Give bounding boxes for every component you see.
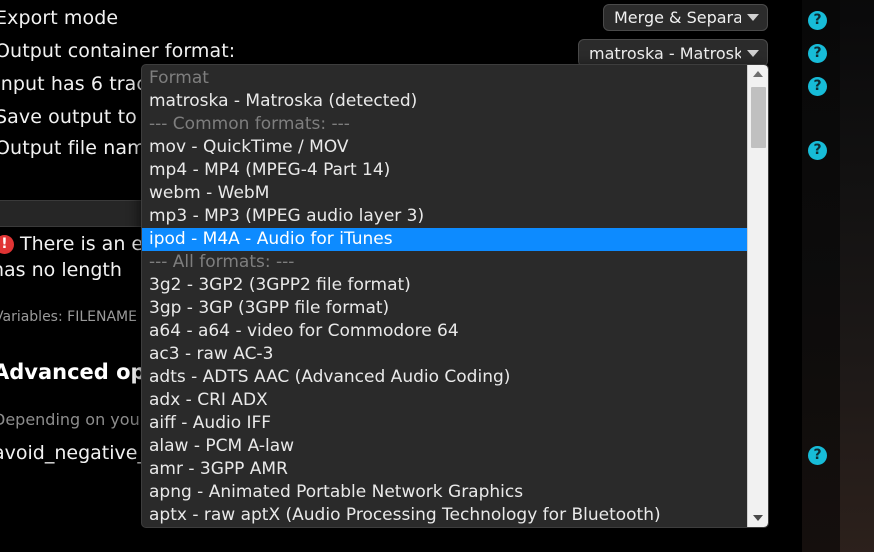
error-message-line1: There is an er: [20, 233, 151, 255]
variables-hint: Variables: FILENAME: [0, 309, 137, 325]
format-option-list: Format matroska - Matroska (detected) --- …: [142, 65, 747, 527]
dropdown-option[interactable]: alaw - PCM A-law: [142, 435, 747, 458]
chevron-down-icon: [747, 49, 759, 57]
dropdown-separator: --- All formats: ---: [149, 252, 295, 272]
output-container-dropdown-popup: Format matroska - Matroska (detected) --- …: [141, 64, 769, 528]
export-mode-dropdown[interactable]: Merge & Separate: [603, 4, 768, 31]
advanced-flag-label: avoid_negative_: [0, 442, 147, 464]
dropdown-separator: --- Common formats: ---: [149, 114, 350, 134]
dropdown-header: Format: [149, 68, 209, 88]
advanced-options-heading: Advanced opt: [0, 360, 156, 384]
dropdown-option[interactable]: adts - ADTS AAC (Advanced Audio Coding): [142, 366, 747, 389]
dropdown-option[interactable]: a64 - a64 - video for Commodore 64: [142, 320, 747, 343]
help-export-mode-icon[interactable]: ?: [808, 11, 827, 30]
export-settings-window: Export mode Output container format: Inp…: [0, 0, 874, 552]
dropdown-scrollbar[interactable]: [747, 65, 768, 527]
label-output-container: Output container format:: [0, 40, 236, 62]
label-output-file-name: Output file name: [0, 137, 158, 159]
label-input-tracks: Input has 6 track: [0, 73, 159, 95]
chevron-down-icon: [747, 14, 759, 21]
advanced-options-description: Depending on you: [0, 410, 140, 429]
dropdown-option[interactable]: webm - WebM: [142, 182, 747, 205]
dropdown-option[interactable]: mp3 - MP3 (MPEG audio layer 3): [142, 205, 747, 228]
dropdown-option[interactable]: adx - CRI ADX: [142, 389, 747, 412]
dropdown-option[interactable]: aiff - Audio IFF: [142, 412, 747, 435]
output-filename-input[interactable]: [0, 200, 146, 227]
dropdown-option[interactable]: mov - QuickTime / MOV: [142, 136, 747, 159]
scroll-up-arrow-icon[interactable]: [748, 65, 768, 83]
dropdown-option[interactable]: ac3 - raw AC-3: [142, 343, 747, 366]
error-message-line2: has no length: [0, 259, 122, 281]
scroll-down-arrow-icon[interactable]: [748, 509, 768, 527]
help-output-container-icon[interactable]: ?: [808, 44, 827, 63]
output-container-value: matroska - Matroska (: [589, 43, 741, 63]
help-output-filename-icon[interactable]: ?: [808, 141, 827, 160]
window-right-edge: [840, 0, 874, 552]
dropdown-option[interactable]: amr - 3GPP AMR: [142, 458, 747, 481]
error-message: ! There is an er: [0, 232, 151, 256]
dropdown-option[interactable]: 3g2 - 3GP2 (3GPP2 file format): [142, 274, 747, 297]
export-mode-value: Merge & Separate: [614, 8, 741, 27]
dropdown-option[interactable]: ipod - M4A - Audio for iTunes: [142, 228, 747, 251]
scrollbar-thumb[interactable]: [751, 87, 766, 148]
dropdown-option[interactable]: 3gp - 3GP (3GPP file format): [142, 297, 747, 320]
label-export-mode: Export mode: [0, 7, 119, 29]
error-icon: !: [0, 235, 14, 254]
dropdown-option[interactable]: mp4 - MP4 (MPEG-4 Part 14): [142, 159, 747, 182]
label-save-output-to: Save output to p: [0, 106, 156, 128]
help-input-tracks-icon[interactable]: ?: [808, 77, 827, 96]
dropdown-option[interactable]: aptx - raw aptX (Audio Processing Techno…: [142, 504, 747, 527]
dropdown-option[interactable]: apng - Animated Portable Network Graphic…: [142, 481, 747, 504]
output-container-dropdown[interactable]: matroska - Matroska (: [578, 39, 768, 67]
dropdown-option[interactable]: matroska - Matroska (detected): [142, 90, 747, 113]
help-advanced-flag-icon[interactable]: ?: [808, 446, 827, 465]
